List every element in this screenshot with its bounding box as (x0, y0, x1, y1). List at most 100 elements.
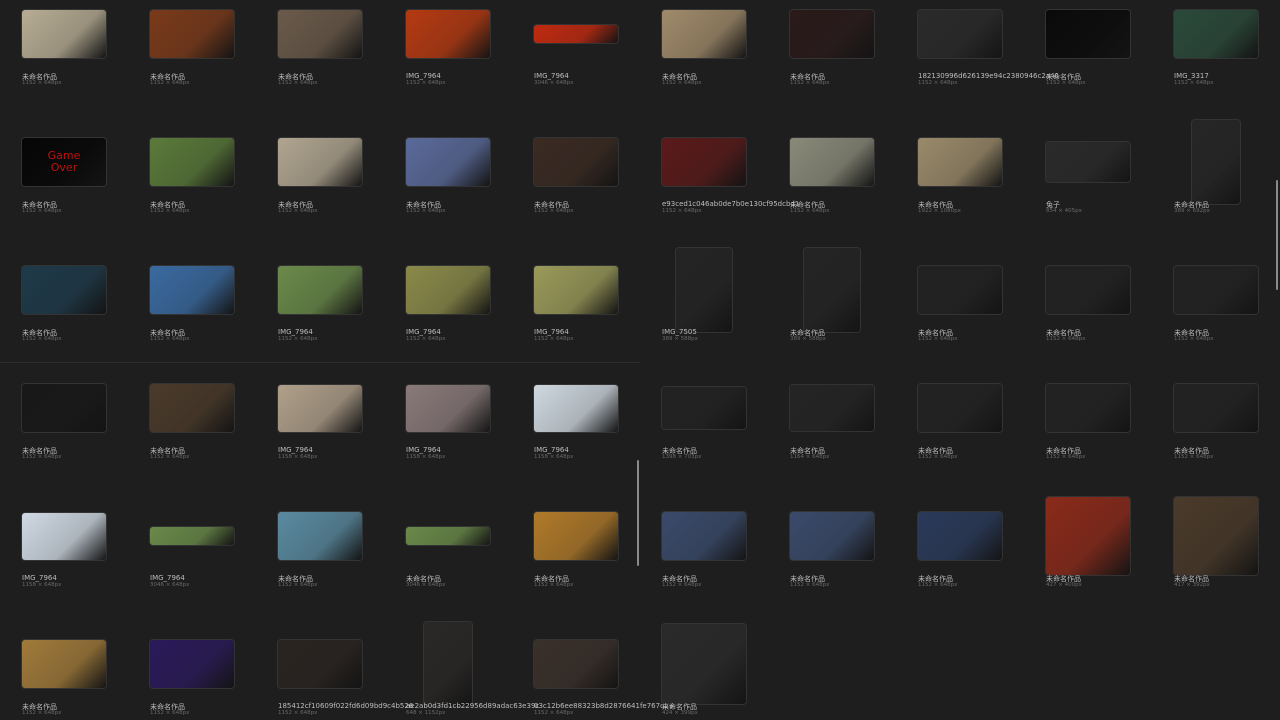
thumbnail-image[interactable] (1046, 496, 1130, 576)
thumbnail-area (1174, 496, 1258, 576)
thumbnail-image[interactable] (534, 25, 618, 43)
thumbnail-image[interactable] (790, 10, 874, 58)
thumbnail-image[interactable] (22, 512, 106, 560)
file-dimensions: 1152 × 648px (1046, 80, 1086, 86)
thumbnail-image[interactable] (22, 384, 106, 432)
thumbnail-image[interactable] (1046, 10, 1130, 58)
file-dimensions: 427 × 400px (1046, 582, 1082, 588)
file-name: IMG_7964 (22, 574, 57, 582)
thumbnail-image[interactable] (534, 640, 618, 688)
file-dimensions: 417 × 392px (1174, 582, 1210, 588)
thumbnail-image[interactable] (534, 512, 618, 560)
thumbnail-image[interactable] (534, 138, 618, 186)
thumbnail-image[interactable] (790, 384, 874, 432)
left-scrollbar[interactable] (637, 460, 639, 566)
thumbnail-image[interactable] (22, 640, 106, 688)
thumbnail-image[interactable] (22, 266, 106, 314)
file-dimensions: 1158 × 648px (22, 582, 62, 588)
thumbnail-image[interactable] (676, 248, 732, 332)
file-dimensions: 1152 × 648px (790, 208, 830, 214)
thumbnail-area (278, 498, 362, 574)
thumbnail-image[interactable] (406, 266, 490, 314)
thumbnail-image[interactable] (918, 266, 1002, 314)
file-dimensions: 1152 × 648px (150, 710, 190, 716)
thumbnail-image[interactable] (662, 512, 746, 560)
file-dimensions: 1152 × 648px (918, 582, 958, 588)
thumbnail-area (918, 124, 1002, 200)
thumbnail-image[interactable] (278, 266, 362, 314)
right-scrollbar[interactable] (1276, 180, 1278, 290)
thumbnail-area (1174, 252, 1258, 328)
thumbnail-image[interactable] (150, 640, 234, 688)
thumbnail-image[interactable] (278, 640, 362, 688)
thumbnail-image[interactable] (22, 10, 106, 58)
file-dimensions: 1152 × 648px (1174, 336, 1214, 342)
thumbnail-image[interactable] (790, 138, 874, 186)
file-dimensions: 1152 × 648px (278, 582, 318, 588)
thumbnail-area: Game Over (22, 124, 106, 200)
thumbnail-image[interactable] (150, 10, 234, 58)
thumbnail-image[interactable] (534, 384, 618, 432)
file-dimensions: 1152 × 648px (534, 336, 574, 342)
thumbnail-area (406, 0, 490, 72)
thumbnail-image[interactable] (1174, 384, 1258, 432)
thumbnail-area (22, 370, 106, 446)
thumbnail-image[interactable] (1174, 496, 1258, 576)
thumbnail-area (1046, 124, 1130, 200)
thumbnail-image[interactable] (150, 384, 234, 432)
thumbnail-image[interactable] (406, 138, 490, 186)
thumbnail-area (278, 124, 362, 200)
thumbnail-area (662, 624, 746, 704)
file-dimensions: 1152 × 648px (790, 582, 830, 588)
thumbnail-image[interactable] (150, 527, 234, 545)
thumbnail-image[interactable] (534, 266, 618, 314)
thumbnail-image[interactable] (278, 10, 362, 58)
thumbnail-image[interactable] (918, 384, 1002, 432)
file-dimensions: 1152 × 648px (918, 454, 958, 460)
thumbnail-area (150, 370, 234, 446)
thumbnail-area (150, 498, 234, 574)
file-dimensions: 1152 × 648px (150, 454, 190, 460)
thumbnail-image[interactable] (1174, 266, 1258, 314)
thumbnail-image[interactable]: Game Over (22, 138, 106, 186)
thumbnail-area (278, 370, 362, 446)
thumbnail-image[interactable] (1046, 266, 1130, 314)
thumbnail-image[interactable] (1046, 384, 1130, 432)
thumbnail-area (406, 498, 490, 574)
thumbnail-image[interactable] (918, 512, 1002, 560)
thumbnail-image[interactable] (790, 512, 874, 560)
file-dimensions: 424 × 399px (662, 710, 698, 716)
thumbnail-image[interactable] (424, 622, 472, 706)
thumbnail-image[interactable] (150, 138, 234, 186)
thumbnail-image[interactable] (406, 527, 490, 545)
left-file-grid: 未命名作品 1152 × 648px 未命名作品 1152 × 648px 未命名作品 1… (0, 0, 673, 720)
thumbnail-area (534, 124, 618, 200)
thumbnail-image[interactable] (662, 624, 746, 704)
thumbnail-image[interactable] (406, 384, 490, 432)
thumbnail-image[interactable] (1046, 142, 1130, 182)
file-dimensions: 1152 × 648px (22, 336, 62, 342)
thumbnail-image[interactable] (150, 266, 234, 314)
thumbnail-image[interactable] (406, 10, 490, 58)
thumbnail-image[interactable] (278, 138, 362, 186)
file-dimensions: 389 × 588px (790, 336, 826, 342)
thumbnail-area (534, 252, 618, 328)
file-dimensions: 1158 × 648px (406, 454, 446, 460)
file-dimensions: 1152 × 648px (278, 710, 318, 716)
file-dimensions: 1152 × 648px (22, 80, 62, 86)
thumbnail-image[interactable] (1192, 120, 1240, 204)
thumbnail-image[interactable] (918, 138, 1002, 186)
thumbnail-image[interactable] (278, 512, 362, 560)
file-name: 185412cf10609f022fd6d09bd9c4b526 (278, 702, 414, 710)
file-dimensions: 648 × 1152px (406, 710, 446, 716)
thumbnail-image[interactable] (662, 10, 746, 58)
thumbnail-area (278, 252, 362, 328)
file-dimensions: 1152 × 648px (534, 208, 574, 214)
thumbnail-image[interactable] (918, 10, 1002, 58)
thumbnail-image[interactable] (804, 248, 860, 332)
thumbnail-image[interactable] (1174, 10, 1258, 58)
thumbnail-image[interactable] (662, 386, 746, 430)
thumbnail-image[interactable] (662, 138, 746, 186)
thumbnail-area (918, 370, 1002, 446)
thumbnail-image[interactable] (278, 384, 362, 432)
